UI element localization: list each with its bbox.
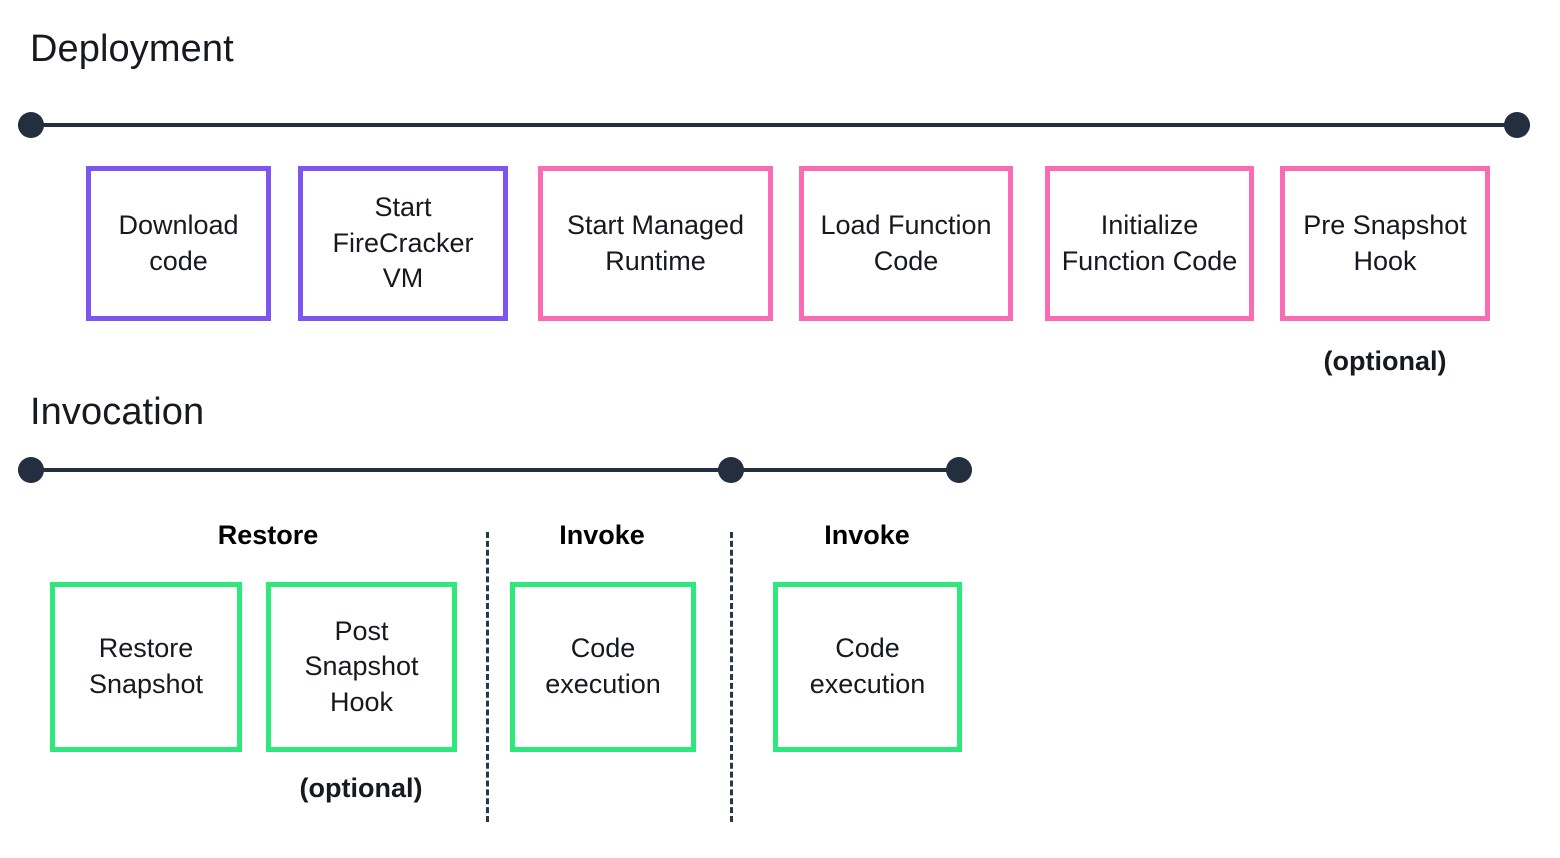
invocation-box-post-snapshot-hook: Post Snapshot Hook xyxy=(266,582,457,752)
deployment-box-label: Load Function Code xyxy=(820,209,992,276)
invocation-phase-invoke-2: Invoke xyxy=(824,520,910,550)
deployment-timeline-node-start xyxy=(18,112,44,138)
deployment-box-initialize-function-code: Initialize Function Code xyxy=(1045,166,1254,321)
post-snapshot-hook-optional-caption: (optional) xyxy=(299,773,423,803)
deployment-box-start-firecracker-vm: Start FireCracker VM xyxy=(298,166,508,321)
deployment-box-label: Initialize Function Code xyxy=(1061,209,1238,276)
invocation-section-title: Invocation xyxy=(30,391,205,433)
deployment-timeline-rail xyxy=(18,123,1530,127)
deployment-section-title: Deployment xyxy=(30,28,234,70)
invocation-box-restore-snapshot: Restore Snapshot xyxy=(50,582,242,752)
deployment-box-label: Start Managed Runtime xyxy=(566,209,745,276)
invocation-timeline-node-start xyxy=(18,457,44,483)
deployment-timeline xyxy=(18,112,1530,138)
invocation-phase-restore: Restore xyxy=(217,520,319,550)
invocation-box-label: Restore Snapshot xyxy=(88,633,204,699)
deployment-box-label: Pre Snapshot Hook xyxy=(1303,209,1467,276)
deployment-box-download-code: Download code xyxy=(86,166,271,321)
deployment-box-pre-snapshot-hook: Pre Snapshot Hook xyxy=(1280,166,1490,321)
invocation-box-label: Code execution xyxy=(545,633,661,699)
invocation-separator-2 xyxy=(730,532,733,822)
deployment-box-label: Start FireCracker VM xyxy=(332,192,474,294)
invocation-timeline-rail xyxy=(18,468,972,472)
invocation-separator-1 xyxy=(486,532,489,822)
invocation-timeline-node-middle xyxy=(718,457,744,483)
invocation-box-code-execution-1: Code execution xyxy=(510,582,696,752)
deployment-timeline-node-end xyxy=(1504,112,1530,138)
pre-snapshot-hook-optional-caption: (optional) xyxy=(1323,346,1447,376)
invocation-phase-invoke-1: Invoke xyxy=(559,520,645,550)
invocation-timeline-node-end xyxy=(946,457,972,483)
invocation-box-code-execution-2: Code execution xyxy=(773,582,962,752)
deployment-box-load-function-code: Load Function Code xyxy=(799,166,1013,321)
invocation-box-label: Code execution xyxy=(809,633,926,699)
deployment-box-label: Download code xyxy=(118,209,239,276)
invocation-timeline xyxy=(18,457,972,483)
diagram-canvas: Deployment Download code Start FireCrack… xyxy=(0,0,1560,858)
invocation-box-label: Post Snapshot Hook xyxy=(304,615,419,717)
deployment-box-start-managed-runtime: Start Managed Runtime xyxy=(538,166,773,321)
